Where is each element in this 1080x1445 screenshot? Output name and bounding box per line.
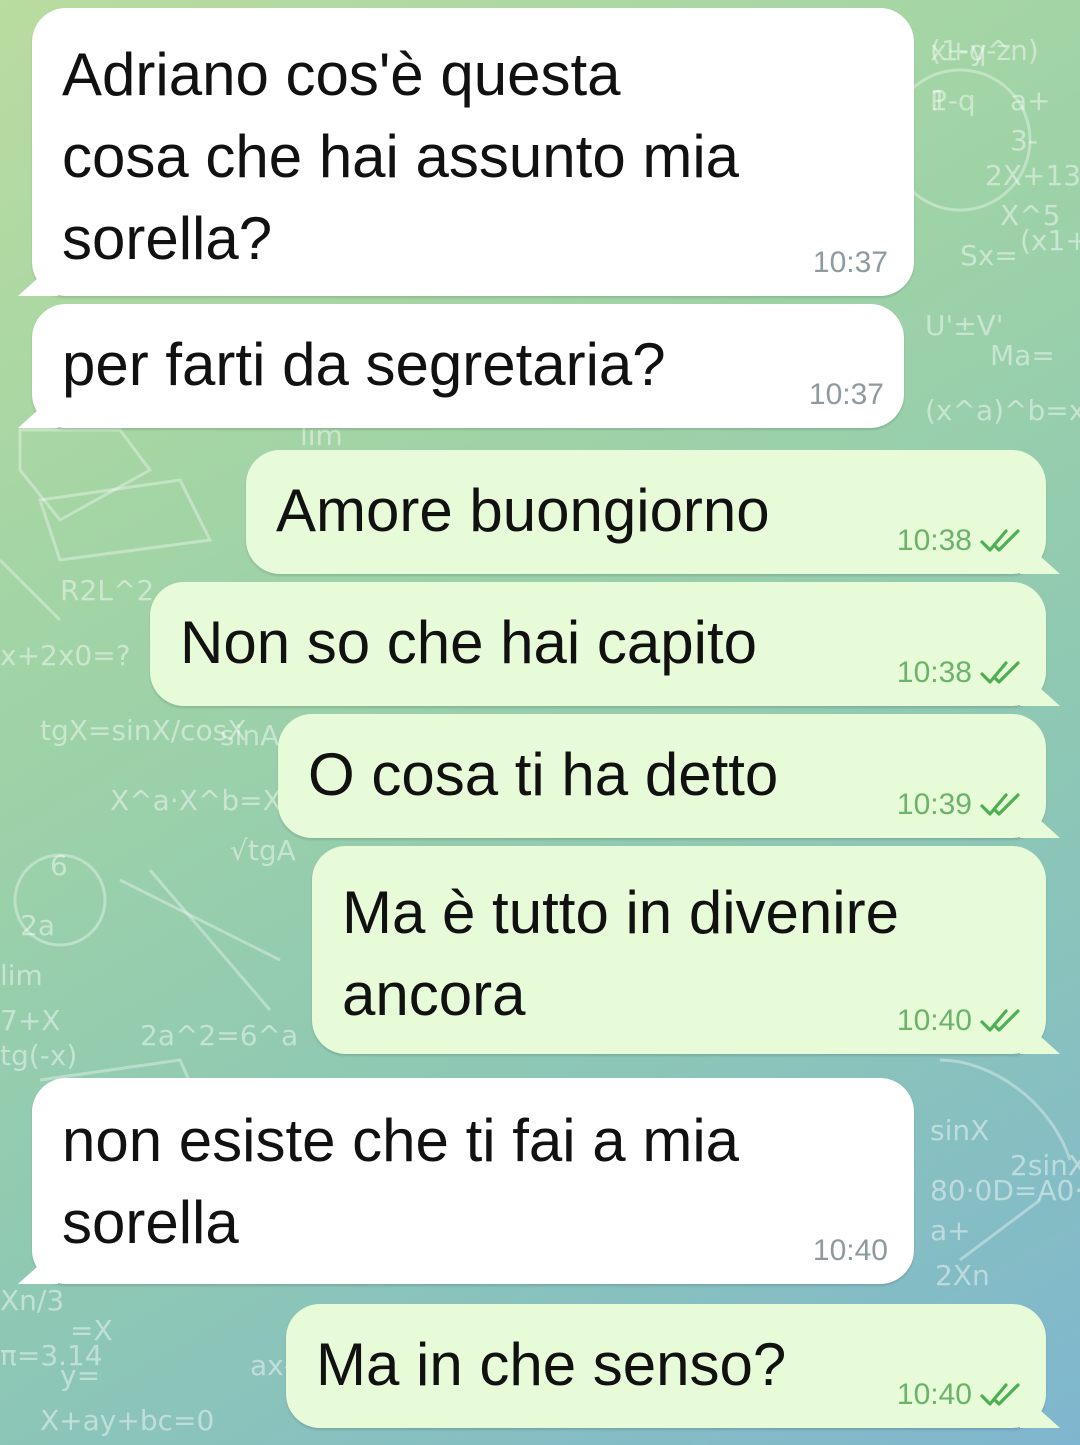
message-meta: 10:40 xyxy=(813,1234,888,1268)
message-timestamp: 10:38 xyxy=(896,656,972,689)
message-text: Adriano cos'è questa cosa che hai assunt… xyxy=(62,41,740,272)
outgoing-message-bubble[interactable]: Ma è tutto in divenire ancora 10:40 xyxy=(312,846,1046,1054)
double-check-read-icon xyxy=(980,1009,1020,1032)
message-meta: 10:39 xyxy=(897,788,1024,822)
message-meta: 10:37 xyxy=(813,246,888,280)
message-meta: 10:38 xyxy=(897,524,1024,558)
outgoing-message-bubble[interactable]: Ma in che senso? 10:40 xyxy=(286,1304,1046,1428)
wallpaper-formula: a+ xyxy=(1010,84,1051,117)
message-timestamp: 10:40 xyxy=(896,1004,972,1037)
wallpaper-formula: Sx= xyxy=(960,239,1018,272)
wallpaper-formula: x+y-z xyxy=(930,34,1011,67)
wallpaper-formula: x+2x0=? xyxy=(0,639,131,672)
wallpaper-formula: 6 xyxy=(50,849,68,882)
wallpaper-formula: Ma= xyxy=(990,339,1055,372)
wallpaper-formula: (x^a)^b=x^a·b xyxy=(925,394,1080,427)
message-text: Non so che hai capito xyxy=(180,609,758,676)
message-text: Ma è tutto in divenire ancora xyxy=(342,879,899,1028)
message-timestamp: 10:37 xyxy=(808,378,884,411)
wallpaper-formula: =X xyxy=(70,1314,113,1347)
message-text: non esiste che ti fai a mia sorella xyxy=(62,1107,740,1256)
message-timestamp: 10:39 xyxy=(896,788,972,821)
message-timestamp: 10:40 xyxy=(812,1234,888,1267)
message-meta: 10:37 xyxy=(809,378,884,412)
wallpaper-formula: tg(-x) xyxy=(0,1039,77,1072)
wallpaper-formula: 2a^2=6^a xyxy=(140,1019,298,1052)
wallpaper-formula: a+ xyxy=(930,1214,971,1247)
wallpaper-formula: 3- xyxy=(1010,124,1038,157)
message-text: O cosa ti ha detto xyxy=(308,741,779,808)
double-check-read-icon xyxy=(980,1383,1020,1406)
wallpaper-formula: R2L^2 xyxy=(60,574,154,607)
message-text: per farti da segretaria? xyxy=(62,331,666,398)
wallpaper-formula: lim xyxy=(0,959,43,992)
message-text: Amore buongiorno xyxy=(276,477,770,544)
message-meta: 10:40 xyxy=(897,1378,1024,1412)
wallpaper-formula: 2Xn xyxy=(935,1259,990,1292)
outgoing-message-bubble[interactable]: Non so che hai capito 10:38 xyxy=(150,582,1046,706)
outgoing-message-bubble[interactable]: O cosa ti ha detto 10:39 xyxy=(278,714,1046,838)
message-timestamp: 10:40 xyxy=(896,1378,972,1411)
message-meta: 10:38 xyxy=(897,656,1024,690)
wallpaper-formula: √tgA xyxy=(230,834,296,867)
outgoing-message-bubble[interactable]: Amore buongiorno 10:38 xyxy=(246,450,1046,574)
wallpaper-formula: 2a xyxy=(20,909,55,942)
wallpaper-formula: y= xyxy=(60,1359,100,1392)
message-timestamp: 10:37 xyxy=(812,246,888,279)
message-text: Ma in che senso? xyxy=(316,1331,787,1398)
wallpaper-formula: 7+X xyxy=(0,1004,60,1037)
message-timestamp: 10:38 xyxy=(896,524,972,557)
incoming-message-bubble[interactable]: per farti da segretaria? 10:37 xyxy=(32,304,904,428)
double-check-read-icon xyxy=(980,529,1020,552)
wallpaper-formula: (x1+ xyxy=(1020,224,1080,257)
wallpaper-formula: sinA xyxy=(220,719,279,752)
message-meta: 10:40 xyxy=(897,1004,1024,1038)
double-check-read-icon xyxy=(980,793,1020,816)
wallpaper-formula: sinX xyxy=(930,1114,989,1147)
wallpaper-formula: 80·0D=A0·0 xyxy=(930,1174,1080,1207)
incoming-message-bubble[interactable]: Adriano cos'è questa cosa che hai assunt… xyxy=(32,8,914,296)
wallpaper-formula: P xyxy=(930,84,947,117)
wallpaper-formula: 2X+13 xyxy=(985,159,1080,192)
double-check-read-icon xyxy=(980,661,1020,684)
incoming-message-bubble[interactable]: non esiste che ti fai a mia sorella 10:40 xyxy=(32,1078,914,1284)
wallpaper-formula: Xn/3 xyxy=(0,1284,64,1317)
wallpaper-formula: tgX=sinX/cosX xyxy=(40,714,246,747)
wallpaper-formula: X+ay+bc=0 xyxy=(40,1404,214,1437)
wallpaper-formula: U'±V' xyxy=(925,309,1004,342)
